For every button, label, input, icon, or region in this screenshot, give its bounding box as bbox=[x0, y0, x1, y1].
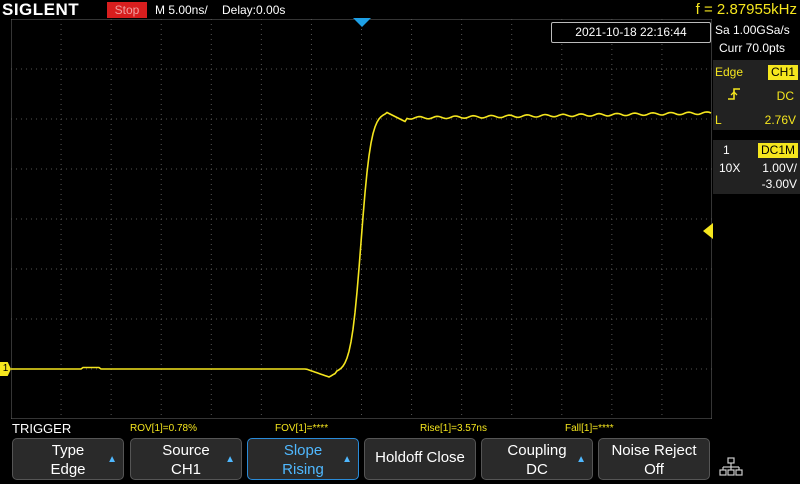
softkey-noise-reject-value: Off bbox=[644, 461, 664, 478]
up-arrow-icon: ▲ bbox=[107, 454, 117, 465]
trigger-coupling: DC bbox=[776, 89, 794, 103]
measurement-rov[interactable]: ROV[1]=0.78% bbox=[130, 423, 197, 434]
trigger-level-marker[interactable] bbox=[703, 223, 713, 239]
softkey-source[interactable]: Source CH1 ▲ bbox=[130, 438, 242, 480]
channel1-info-box[interactable]: 1 DC1M 10X 1.00V/ -3.00V bbox=[713, 140, 800, 194]
softkey-holdoff-title: Holdoff Close bbox=[375, 449, 465, 466]
softkey-noise-reject[interactable]: Noise Reject Off bbox=[598, 438, 710, 480]
rising-edge-icon bbox=[728, 88, 740, 100]
softkey-slope[interactable]: Slope Rising ▲ bbox=[247, 438, 359, 480]
channel1-offset-marker[interactable]: 1 bbox=[0, 362, 11, 376]
sample-rate: Sa 1.00GSa/s bbox=[715, 23, 790, 37]
measurement-fall[interactable]: Fall[1]=**** bbox=[565, 423, 614, 434]
up-arrow-icon: ▲ bbox=[342, 454, 352, 465]
memory-depth: Curr 70.0pts bbox=[719, 41, 786, 55]
trigger-position-marker[interactable] bbox=[353, 18, 371, 28]
network-icon[interactable] bbox=[719, 457, 743, 477]
measurement-fov[interactable]: FOV[1]=**** bbox=[275, 423, 328, 434]
datetime-display: 2021-10-18 22:16:44 bbox=[551, 22, 711, 43]
measurement-bar bbox=[0, 419, 800, 437]
softkey-noise-reject-title: Noise Reject bbox=[611, 442, 697, 459]
softkey-type[interactable]: Type Edge ▲ bbox=[12, 438, 124, 480]
run-stop-status[interactable]: Stop bbox=[107, 2, 147, 18]
probe-ratio: 10X bbox=[719, 161, 741, 175]
measurement-rise[interactable]: Rise[1]=3.57ns bbox=[420, 423, 487, 434]
softkey-coupling[interactable]: Coupling DC ▲ bbox=[481, 438, 593, 480]
up-arrow-icon: ▲ bbox=[225, 454, 235, 465]
timebase-readout[interactable]: M 5.00ns/ bbox=[155, 2, 208, 18]
trigger-info-box[interactable]: Edge CH1 DC L 2.76V bbox=[713, 60, 800, 130]
waveform-grid[interactable] bbox=[11, 19, 712, 419]
right-info-panel: Sa 1.00GSa/s Curr 70.0pts Edge CH1 DC L … bbox=[713, 20, 800, 418]
trigger-source: CH1 bbox=[767, 65, 798, 80]
trigger-type: Edge bbox=[715, 65, 744, 79]
brand-logo: SIGLENT bbox=[2, 0, 80, 19]
vertical-scale: 1.00V/ bbox=[762, 161, 797, 175]
channel-number: 1 bbox=[723, 143, 730, 157]
softkey-holdoff[interactable]: Holdoff Close bbox=[364, 438, 476, 480]
menu-title: TRIGGER bbox=[12, 421, 72, 436]
trigger-level-label: L bbox=[715, 113, 722, 127]
trigger-level-value: 2.76V bbox=[764, 113, 796, 127]
frequency-counter: f = 2.87955kHz bbox=[695, 1, 797, 18]
delay-readout[interactable]: Delay:0.00s bbox=[222, 2, 285, 18]
up-arrow-icon: ▲ bbox=[576, 454, 586, 465]
channel-coupling: DC1M bbox=[757, 143, 798, 158]
vertical-offset: -3.00V bbox=[761, 177, 797, 191]
